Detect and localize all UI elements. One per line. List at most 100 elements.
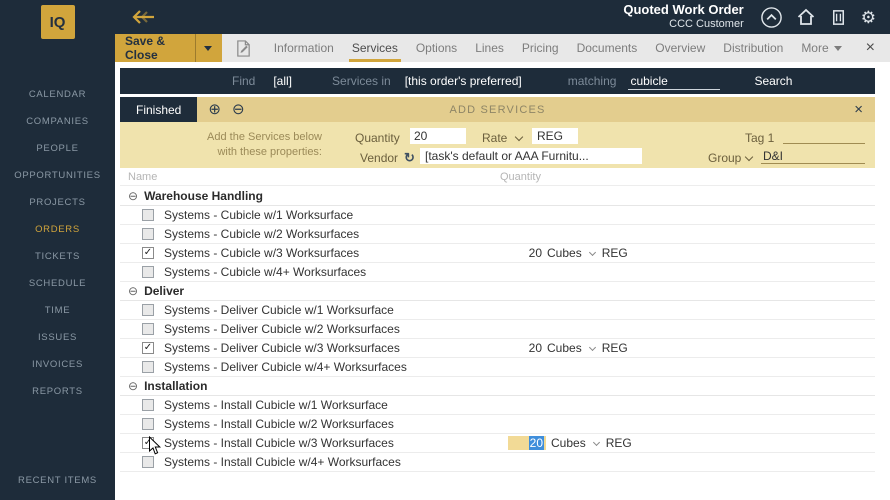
tab-services[interactable]: Services xyxy=(343,34,407,62)
collapse-group-icon[interactable]: ⊖ xyxy=(128,190,138,202)
order-title-block: Quoted Work Order CCC Customer xyxy=(623,2,743,31)
tab-options[interactable]: Options xyxy=(407,34,466,62)
quantity-input[interactable] xyxy=(410,128,466,144)
vendor-value[interactable]: [task's default or AAA Furnitu... xyxy=(420,148,642,164)
sidebar-item-schedule[interactable]: SCHEDULE xyxy=(0,270,115,297)
service-row[interactable]: Systems - Cubicle w/1 Worksurface xyxy=(120,206,875,225)
finished-button[interactable]: Finished xyxy=(120,97,198,122)
service-row[interactable]: ✓ Systems - Install Cubicle w/3 Worksurfa… xyxy=(120,434,875,453)
sidebar-item-companies[interactable]: COMPANIES xyxy=(0,108,115,135)
refresh-vendor-icon[interactable]: ↻ xyxy=(404,151,415,164)
tab-information[interactable]: Information xyxy=(265,34,343,62)
find-label: Find xyxy=(232,74,256,88)
service-row[interactable]: Systems - Deliver Cubicle w/4+ Worksurfa… xyxy=(120,358,875,377)
home-icon[interactable] xyxy=(796,7,816,27)
find-scope-value[interactable]: [all] xyxy=(273,74,292,88)
tab-lines[interactable]: Lines xyxy=(466,34,513,62)
sidebar-recent-items[interactable]: RECENT ITEMS xyxy=(0,475,115,486)
collapse-group-icon[interactable]: ⊖ xyxy=(128,380,138,392)
service-checkbox[interactable] xyxy=(142,399,154,411)
service-checkbox[interactable] xyxy=(142,456,154,468)
service-quantity-input[interactable]: 20 xyxy=(508,436,546,450)
sidebar-item-issues[interactable]: ISSUES xyxy=(0,324,115,351)
service-checkbox[interactable] xyxy=(142,418,154,430)
sidebar-item-tickets[interactable]: TICKETS xyxy=(0,243,115,270)
save-close-caret-icon[interactable] xyxy=(194,34,212,62)
service-row[interactable]: Systems - Deliver Cubicle w/1 Worksurfac… xyxy=(120,301,875,320)
tab-more[interactable]: More xyxy=(792,34,850,62)
service-checkbox[interactable]: ✓ xyxy=(142,437,154,449)
rate-chevron-down-icon[interactable] xyxy=(588,343,596,351)
service-quantity-input[interactable]: 20 xyxy=(508,246,542,260)
search-button[interactable]: Search xyxy=(744,71,802,91)
sidebar-item-calendar[interactable]: CALENDAR xyxy=(0,81,115,108)
service-checkbox[interactable] xyxy=(142,323,154,335)
services-table-body: ⊖ Warehouse Handling Systems - Cubicle w/1… xyxy=(120,187,875,472)
back-icon[interactable] xyxy=(127,8,157,26)
service-row[interactable]: ✓ Systems - Deliver Cubicle w/3 Worksurfa… xyxy=(120,339,875,358)
settings-gear-icon[interactable]: ⚙ xyxy=(861,9,876,26)
toolbar: Save & Close Information Services Options L… xyxy=(115,34,890,62)
service-name-label: Systems - Install Cubicle w/3 Worksurfac… xyxy=(164,436,394,450)
collapse-group-icon[interactable]: ⊖ xyxy=(128,285,138,297)
tab-overview[interactable]: Overview xyxy=(646,34,714,62)
service-checkbox[interactable] xyxy=(142,228,154,240)
service-group-header[interactable]: ⊖ Deliver xyxy=(120,282,875,301)
group-value[interactable]: D&I xyxy=(761,148,865,164)
header-icons: ⚙ xyxy=(760,6,876,29)
service-checkbox[interactable]: ✓ xyxy=(142,247,154,259)
service-checkbox[interactable] xyxy=(142,361,154,373)
rate-chevron-down-icon[interactable] xyxy=(588,248,596,256)
sidebar-item-people[interactable]: PEOPLE xyxy=(0,135,115,162)
sidebar-item-invoices[interactable]: INVOICES xyxy=(0,351,115,378)
tab-pricing[interactable]: Pricing xyxy=(513,34,568,62)
close-add-services-icon[interactable]: × xyxy=(842,101,875,118)
save-close-button[interactable]: Save & Close xyxy=(115,34,222,62)
service-row[interactable]: Systems - Cubicle w/4+ Worksurfaces xyxy=(120,263,875,282)
company-building-icon[interactable] xyxy=(829,8,848,27)
close-order-icon[interactable]: × xyxy=(851,34,890,62)
app-logo[interactable]: IQ xyxy=(40,5,75,39)
tab-distribution[interactable]: Distribution xyxy=(714,34,792,62)
services-source-value[interactable]: [this order's preferred] xyxy=(405,74,522,88)
service-group-header[interactable]: ⊖ Warehouse Handling xyxy=(120,187,875,206)
expand-all-icon[interactable]: ⊕ xyxy=(208,102,221,117)
tab-documents[interactable]: Documents xyxy=(568,34,647,62)
service-quantity-input[interactable]: 20 xyxy=(508,341,542,355)
service-quantity-cell: 20 Cubes REG xyxy=(508,244,628,262)
service-group-name: Warehouse Handling xyxy=(144,189,263,203)
properties-intro-line1: Add the Services below xyxy=(207,131,322,143)
quantity-column-header: Quantity xyxy=(500,171,541,183)
vendor-label: Vendor xyxy=(360,151,399,165)
sidebar-item-orders[interactable]: ORDERS xyxy=(0,216,115,243)
rate-chevron-icon[interactable] xyxy=(514,132,524,142)
service-name-label: Systems - Deliver Cubicle w/1 Worksurfac… xyxy=(164,303,394,317)
group-chevron-icon[interactable] xyxy=(744,152,754,162)
sidebar-item-reports[interactable]: REPORTS xyxy=(0,378,115,405)
service-row[interactable]: Systems - Install Cubicle w/1 Worksurfac… xyxy=(120,396,875,415)
services-table-header: Name Quantity xyxy=(120,170,875,186)
collapse-header-icon[interactable] xyxy=(760,6,783,29)
sidebar-item-time[interactable]: TIME xyxy=(0,297,115,324)
service-group-header[interactable]: ⊖ Installation xyxy=(120,377,875,396)
service-checkbox[interactable] xyxy=(142,209,154,221)
service-name-label: Systems - Cubicle w/2 Worksurfaces xyxy=(164,227,360,241)
rate-chevron-down-icon[interactable] xyxy=(592,438,600,446)
service-row[interactable]: Systems - Install Cubicle w/2 Worksurfac… xyxy=(120,415,875,434)
service-row[interactable]: Systems - Deliver Cubicle w/2 Worksurfac… xyxy=(120,320,875,339)
matching-input[interactable] xyxy=(628,72,721,90)
sidebar-item-projects[interactable]: PROJECTS xyxy=(0,189,115,216)
service-checkbox[interactable] xyxy=(142,304,154,316)
service-row[interactable]: Systems - Install Cubicle w/4+ Worksurfa… xyxy=(120,453,875,472)
service-row[interactable]: ✓ Systems - Cubicle w/3 Worksurfaces 20 Cub… xyxy=(120,244,875,263)
service-checkbox[interactable] xyxy=(142,266,154,278)
rate-value[interactable]: REG xyxy=(532,128,578,144)
tag1-input[interactable] xyxy=(783,128,865,144)
copy-document-icon[interactable] xyxy=(235,39,252,58)
service-checkbox[interactable]: ✓ xyxy=(142,342,154,354)
more-caret-icon xyxy=(833,45,842,51)
collapse-all-icon[interactable]: ⊖ xyxy=(232,102,245,117)
service-group-name: Installation xyxy=(144,379,208,393)
service-row[interactable]: Systems - Cubicle w/2 Worksurfaces xyxy=(120,225,875,244)
sidebar-item-opportunities[interactable]: OPPORTUNITIES xyxy=(0,162,115,189)
